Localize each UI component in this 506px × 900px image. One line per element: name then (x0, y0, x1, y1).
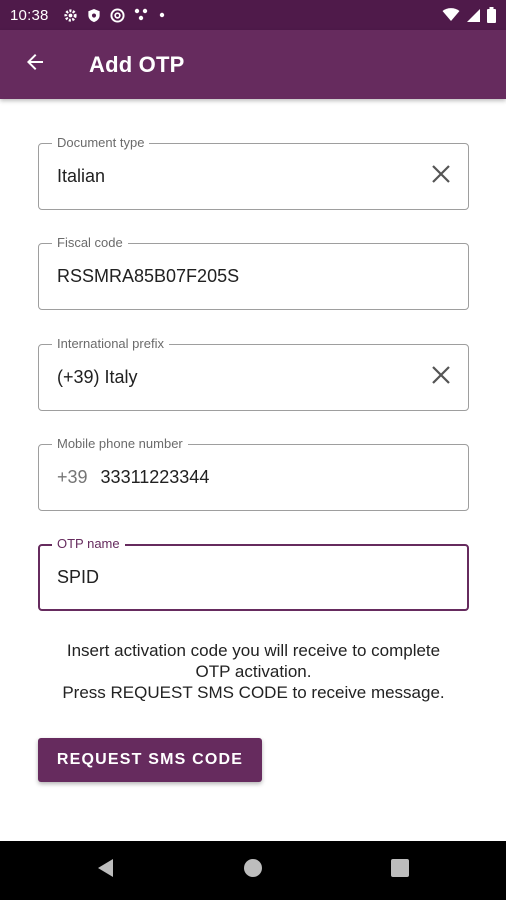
app-bar: Add OTP (0, 30, 506, 99)
nav-back-icon (97, 858, 115, 883)
document-type-value: Italian (57, 166, 106, 186)
fiscal-code-field[interactable]: Fiscal code RSSMRA85B07F205S (38, 235, 469, 310)
shield-icon (87, 8, 101, 23)
small-dot-icon (159, 12, 165, 18)
gear-icon (63, 8, 78, 23)
nav-home-button[interactable] (223, 841, 283, 900)
request-sms-code-button[interactable]: REQUEST SMS CODE (38, 738, 262, 782)
status-time: 10:38 (10, 6, 49, 24)
battery-icon (487, 7, 496, 23)
nav-recents-button[interactable] (370, 841, 430, 900)
international-prefix-clear-button[interactable] (428, 365, 454, 391)
page-title: Add OTP (89, 51, 185, 77)
status-icons-right (442, 7, 496, 23)
international-prefix-field[interactable]: International prefix (+39) Italy (38, 336, 469, 411)
system-nav-bar (0, 841, 506, 900)
nav-back-button[interactable] (76, 841, 136, 900)
back-button[interactable] (13, 43, 57, 87)
fiscal-code-value: RSSMRA85B07F205S (57, 266, 240, 286)
close-icon (431, 164, 451, 189)
info-line-1: Insert activation code you will receive … (66, 641, 441, 660)
mobile-phone-value: 33311223344 (100, 467, 210, 487)
nav-home-icon (243, 858, 263, 883)
close-icon (431, 365, 451, 390)
phone-prefix: +39 (57, 467, 88, 487)
at-sign-icon (110, 7, 125, 23)
mobile-phone-field[interactable]: Mobile phone number +39 33311223344 (38, 436, 469, 511)
status-bar: 10:38 (0, 0, 506, 30)
signal-icon (466, 8, 481, 23)
dots-icon (134, 8, 150, 22)
info-text: Insert activation code you will receive … (38, 640, 469, 703)
arrow-back-icon (23, 50, 47, 79)
otp-name-field[interactable]: OTP name SPID (38, 536, 469, 611)
document-type-clear-button[interactable] (428, 164, 454, 190)
international-prefix-value: (+39) Italy (57, 367, 138, 387)
info-line-2: OTP activation. (195, 662, 312, 681)
nav-recents-icon (391, 859, 409, 882)
document-type-field[interactable]: Document type Italian (38, 135, 469, 210)
status-icons-left (63, 7, 165, 23)
wifi-icon (442, 8, 460, 22)
info-line-3: Press REQUEST SMS CODE to receive messag… (62, 683, 445, 702)
otp-name-value: SPID (57, 567, 100, 587)
